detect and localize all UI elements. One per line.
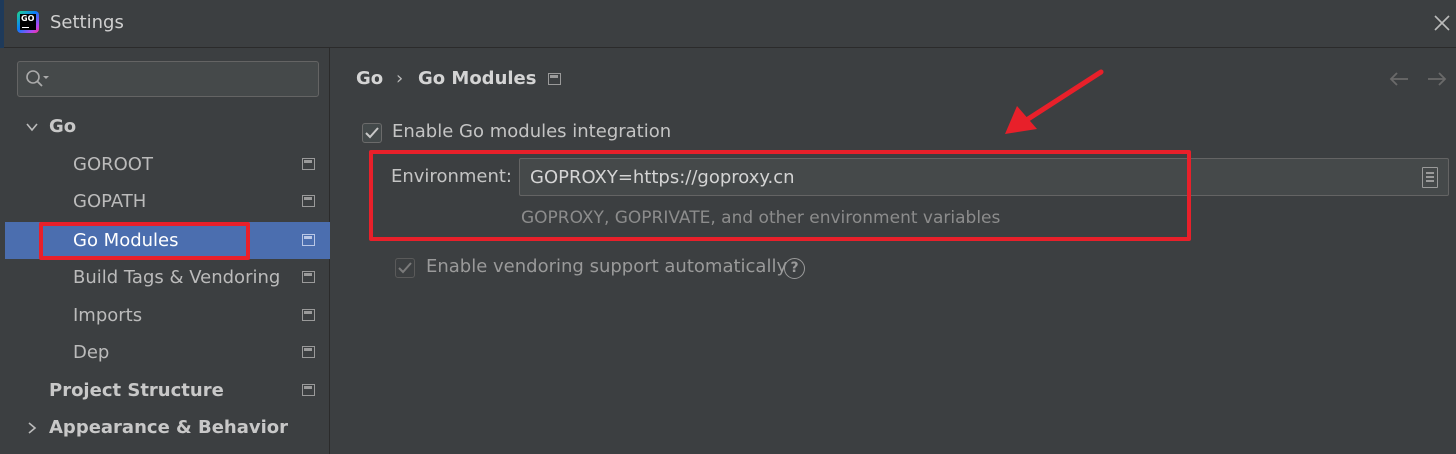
page-settings-icon bbox=[548, 73, 561, 85]
page-settings-icon bbox=[302, 158, 315, 170]
search-icon[interactable] bbox=[24, 68, 50, 90]
tree-item-go[interactable]: Go bbox=[5, 108, 330, 145]
checkmark-icon bbox=[398, 262, 412, 274]
tree-item-appearance[interactable]: Appearance & Behavior bbox=[5, 409, 330, 446]
tree-item-label: Dep bbox=[73, 342, 110, 363]
title-bar: GO Settings bbox=[0, 0, 1456, 48]
tree-item-gopath[interactable]: GOPATH bbox=[5, 183, 330, 220]
close-icon[interactable] bbox=[1432, 13, 1452, 33]
vendoring-checkbox[interactable] bbox=[395, 258, 415, 278]
breadcrumb-current: Go Modules bbox=[418, 68, 537, 89]
tree-item-imports[interactable]: Imports bbox=[5, 297, 330, 334]
page-settings-icon bbox=[302, 234, 315, 246]
goland-logo-icon: GO bbox=[17, 11, 39, 33]
tree-item-label: Project Structure bbox=[49, 380, 224, 401]
page-settings-icon bbox=[302, 309, 315, 321]
enable-modules-checkbox[interactable] bbox=[362, 123, 382, 143]
search-box[interactable] bbox=[17, 61, 319, 97]
checkmark-icon bbox=[365, 127, 379, 139]
window-title: Settings bbox=[50, 12, 124, 33]
tree-item-label: GOPATH bbox=[73, 191, 147, 212]
page-settings-icon bbox=[302, 271, 315, 283]
chevron-right-icon[interactable] bbox=[25, 421, 39, 435]
tree-item-label: GOROOT bbox=[73, 154, 153, 175]
help-icon[interactable]: ? bbox=[784, 258, 805, 279]
tree-item-label: Go bbox=[49, 116, 77, 137]
search-input[interactable] bbox=[58, 64, 308, 94]
window-edge bbox=[0, 0, 4, 48]
breadcrumb-root[interactable]: Go bbox=[356, 68, 383, 89]
annotation-arrow-icon bbox=[1005, 69, 1104, 134]
tree-item-dep[interactable]: Dep bbox=[5, 334, 330, 371]
breadcrumb-separator: › bbox=[396, 68, 404, 89]
enable-modules-label[interactable]: Enable Go modules integration bbox=[392, 121, 671, 142]
tree-item-project-structure[interactable]: Project Structure bbox=[5, 372, 330, 409]
tree-item-goroot[interactable]: GOROOT bbox=[5, 146, 330, 183]
annotation-highlight-box bbox=[369, 150, 1191, 241]
chevron-down-icon[interactable] bbox=[25, 120, 39, 134]
tree-item-build-tags[interactable]: Build Tags & Vendoring bbox=[5, 259, 330, 296]
back-arrow-icon[interactable] bbox=[1387, 68, 1411, 90]
tree-item-label: Appearance & Behavior bbox=[49, 417, 289, 438]
forward-arrow-icon[interactable] bbox=[1425, 68, 1449, 90]
annotation-highlight-box bbox=[39, 222, 250, 260]
page-settings-icon bbox=[302, 195, 315, 207]
expand-editor-icon[interactable] bbox=[1422, 167, 1438, 188]
page-settings-icon bbox=[302, 346, 315, 358]
logo-text: GO bbox=[21, 14, 35, 23]
page-settings-icon bbox=[302, 384, 315, 396]
tree-item-label: Imports bbox=[73, 305, 143, 326]
tree-item-label: Build Tags & Vendoring bbox=[73, 267, 281, 288]
vendoring-label[interactable]: Enable vendoring support automatically bbox=[426, 256, 787, 277]
